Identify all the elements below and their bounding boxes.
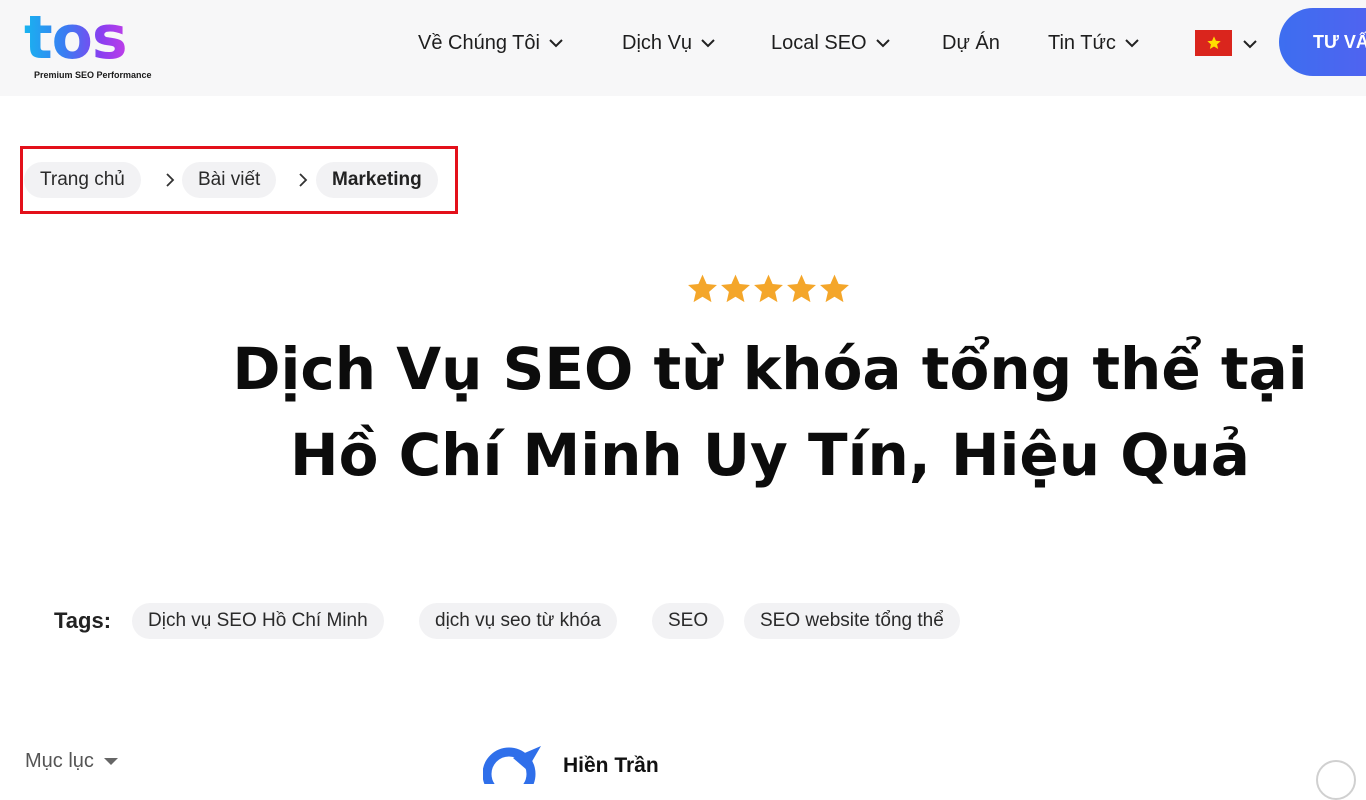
author-name: Hiền Trần [563,754,659,777]
flag-star-icon [1206,36,1221,49]
vietnam-flag-icon[interactable] [1195,30,1232,56]
language-chevron-down-icon[interactable] [1242,36,1258,52]
chevron-right-icon [299,173,308,187]
star-icon [787,274,816,303]
chevron-right-icon [166,173,175,187]
author-logo-icon [483,746,541,784]
nav-item-news[interactable]: Tin Tức [1048,28,1140,58]
star-icon [820,274,849,303]
page-title-line-2: Hồ Chí Minh Uy Tín, Hiệu Quả [290,421,1250,489]
scroll-circle-button[interactable] [1316,760,1356,800]
star-rating [686,272,851,306]
star-icon [721,274,750,303]
chevron-down-icon [701,39,715,48]
chevron-down-icon [1125,39,1139,48]
page-title-line-1: Dịch Vụ SEO từ khóa tổng thể tại [232,335,1308,403]
nav-item-about[interactable]: Về Chúng Tôi [418,28,564,58]
breadcrumb-home[interactable]: Trang chủ [24,162,141,198]
table-of-contents-toggle[interactable]: Mục lục [25,748,118,774]
nav-item-local-seo[interactable]: Local SEO [771,28,891,58]
star-icon [688,274,717,303]
tag-seo-ho-chi-minh[interactable]: Dịch vụ SEO Hồ Chí Minh [132,603,384,639]
consult-button[interactable]: TƯ VẤ [1279,8,1366,76]
nav-item-services[interactable]: Dịch Vụ [622,28,716,58]
nav-item-label: Về Chúng Tôi [418,31,540,54]
breadcrumb-current: Marketing [316,162,438,198]
breadcrumb-articles[interactable]: Bài viết [182,162,277,198]
tag-keyword-seo-service[interactable]: dịch vụ seo từ khóa [419,603,617,639]
logo-wordmark: tos [24,0,128,78]
star-icon [754,274,783,303]
toc-label: Mục lục [25,749,94,772]
nav-item-label: Dịch Vụ [622,31,693,54]
caret-down-icon [103,758,118,765]
logo-tagline: Premium SEO Performance [34,70,152,80]
nav-item-label: Dự Án [942,31,1000,54]
tag-seo[interactable]: SEO [652,603,725,639]
nav-item-projects[interactable]: Dự Án [942,28,1000,58]
tags-label: Tags: [54,608,112,633]
site-header: tos Premium SEO Performance Về Chúng Tôi… [0,0,1366,96]
chevron-down-icon [875,39,890,48]
nav-item-label: Tin Tức [1048,31,1116,54]
tag-seo-website-overall[interactable]: SEO website tổng thể [744,603,960,639]
site-logo[interactable]: tos Premium SEO Performance [22,3,162,84]
page-title: Dịch Vụ SEO từ khóa tổng thể tại Hồ Chí … [200,326,1340,498]
nav-item-label: Local SEO [771,31,867,54]
author-avatar [483,744,547,784]
chevron-down-icon [549,39,563,48]
